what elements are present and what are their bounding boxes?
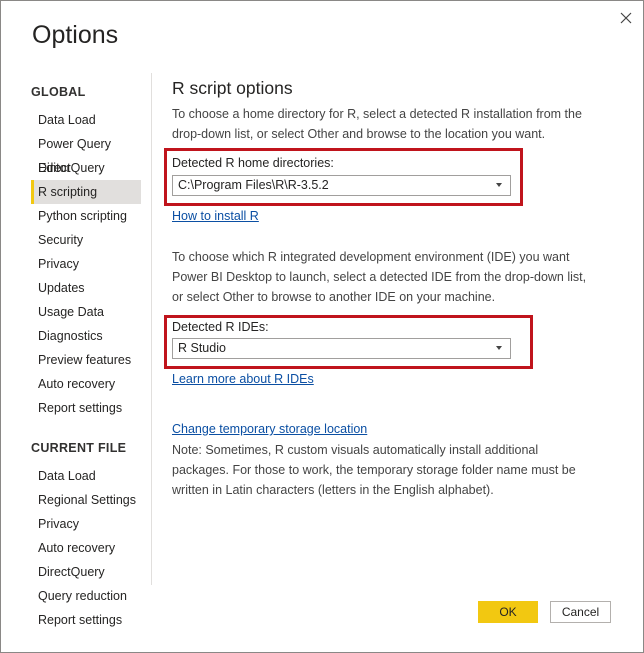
global-header: GLOBAL xyxy=(31,85,86,99)
highlight-box-ide xyxy=(164,315,533,369)
nav-item-file-regional-settings[interactable]: Regional Settings xyxy=(31,488,141,512)
options-dialog: Options GLOBAL Data Load Power Query Edit… xyxy=(0,0,644,653)
nav-item-global-privacy[interactable]: Privacy xyxy=(31,252,141,276)
nav-item-file-privacy[interactable]: Privacy xyxy=(31,512,141,536)
nav-item-global-auto-recovery[interactable]: Auto recovery xyxy=(31,372,141,396)
highlight-box-home-dir xyxy=(164,148,523,206)
nav-item-global-directquery[interactable]: DirectQuery xyxy=(31,156,141,180)
nav-item-global-power-query-editor[interactable]: Power Query Editor xyxy=(31,132,141,175)
close-icon xyxy=(620,12,632,24)
install-r-link[interactable]: How to install R xyxy=(172,209,259,223)
nav-item-global-report-settings[interactable]: Report settings xyxy=(31,396,141,420)
dialog-title: Options xyxy=(32,21,119,49)
ok-button[interactable]: OK xyxy=(478,601,538,623)
nav-item-global-usage-data[interactable]: Usage Data xyxy=(31,300,141,324)
section-title: R script options xyxy=(172,78,293,98)
nav-divider xyxy=(151,73,152,585)
current-file-header: CURRENT FILE xyxy=(31,441,127,455)
learn-ide-link[interactable]: Learn more about R IDEs xyxy=(172,372,314,386)
nav-item-global-updates[interactable]: Updates xyxy=(31,276,141,300)
ide-text: To choose which R integrated development… xyxy=(172,250,587,304)
nav-item-global-preview-features[interactable]: Preview features xyxy=(31,348,141,372)
nav-item-global-security[interactable]: Security xyxy=(31,228,141,252)
nav-item-file-auto-recovery[interactable]: Auto recovery xyxy=(31,536,141,560)
nav-item-global-python-scripting[interactable]: Python scripting xyxy=(31,204,141,228)
close-button[interactable] xyxy=(615,7,637,29)
nav-item-file-query-reduction[interactable]: Query reduction xyxy=(31,584,141,608)
nav-item-global-diagnostics[interactable]: Diagnostics xyxy=(31,324,141,348)
nav-item-file-report-settings[interactable]: Report settings xyxy=(31,608,141,632)
cancel-button[interactable]: Cancel xyxy=(550,601,611,623)
storage-location-link[interactable]: Change temporary storage location xyxy=(172,422,367,436)
nav-item-global-data-load[interactable]: Data Load xyxy=(31,108,141,132)
intro-text: To choose a home directory for R, select… xyxy=(172,107,582,141)
note-text: Note: Sometimes, R custom visuals automa… xyxy=(172,443,576,497)
nav-item-file-data-load[interactable]: Data Load xyxy=(31,464,141,488)
nav-item-file-directquery[interactable]: DirectQuery xyxy=(31,560,141,584)
nav-item-global-r-scripting[interactable]: R scripting xyxy=(31,180,141,204)
